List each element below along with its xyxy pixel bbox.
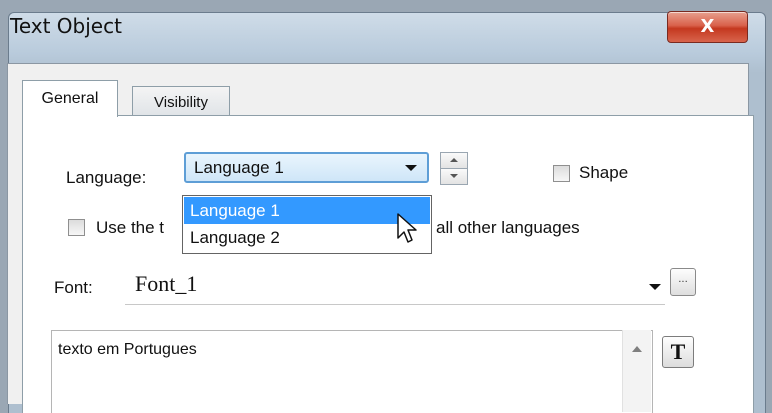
language-select[interactable]: Language 1 (184, 152, 429, 183)
scroll-up-icon (632, 346, 642, 352)
font-label: Font: (54, 278, 93, 297)
spinner-up-button[interactable] (440, 152, 468, 169)
use-same-label-start: Use the t (96, 218, 165, 237)
language-spinner[interactable] (440, 152, 468, 185)
language-select-value: Language 1 (194, 158, 284, 177)
tab-general[interactable]: General (22, 80, 118, 117)
text-content-value: texto em Portugues (58, 341, 197, 358)
chevron-down-icon (649, 284, 661, 290)
use-same-checkbox[interactable] (68, 219, 85, 236)
text-format-button[interactable]: T (662, 336, 694, 368)
mouse-cursor-icon (397, 213, 417, 243)
arrow-down-icon (450, 174, 458, 178)
spinner-down-button[interactable] (440, 168, 468, 185)
font-browse-button[interactable]: ... (670, 268, 696, 296)
tab-visibility[interactable]: Visibility (132, 86, 230, 117)
use-same-label-end: all other languages (436, 218, 580, 237)
arrow-up-icon (450, 158, 458, 162)
font-select[interactable]: Font_1 (125, 267, 665, 305)
font-select-value: Font_1 (135, 271, 198, 296)
close-button[interactable]: X (667, 11, 748, 43)
chevron-down-icon (405, 165, 417, 171)
language-label: Language: (66, 168, 147, 187)
window-title: Text Object (10, 14, 122, 38)
shape-checkbox[interactable] (553, 165, 570, 182)
dropdown-option-language-2[interactable]: Language 2 (184, 224, 430, 251)
dropdown-option-language-1[interactable]: Language 1 (184, 197, 430, 224)
shape-label: Shape (579, 163, 629, 182)
text-vertical-scrollbar[interactable] (622, 330, 651, 412)
language-dropdown-list: Language 1 Language 2 (182, 195, 432, 254)
text-content-area[interactable]: texto em Portugues (51, 330, 653, 413)
